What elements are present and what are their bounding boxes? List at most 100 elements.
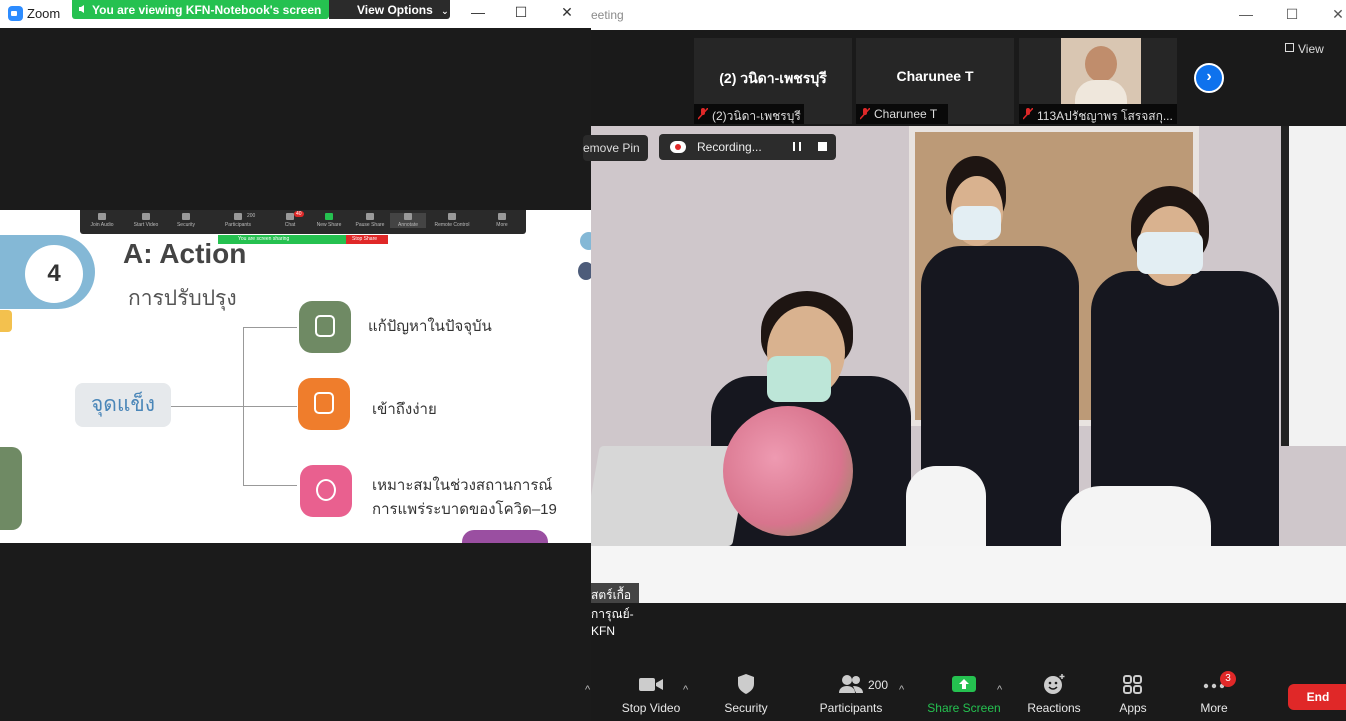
mini-label: New Share (316, 222, 342, 228)
view-options-button[interactable]: View Options ⌄ (329, 0, 450, 19)
participant-display-name: Charunee T (896, 68, 974, 84)
reactions-button[interactable]: Reactions (1009, 673, 1099, 715)
mini-pause-share: Pause Share (352, 213, 388, 228)
share-icon (325, 213, 333, 220)
connector-line (243, 485, 297, 486)
participants-button[interactable]: Participants 200 (806, 673, 896, 715)
chevron-up-icon[interactable]: ^ (683, 684, 688, 696)
pause-recording-icon[interactable] (793, 142, 801, 151)
mini-chat: Chat 40 (272, 211, 308, 228)
mini-start-video: Start Video (128, 213, 164, 228)
maximize-button[interactable]: ☐ (510, 4, 532, 22)
video-table (591, 546, 1346, 603)
security-button[interactable]: Security (701, 673, 791, 715)
close-button[interactable]: ✕ (1326, 6, 1346, 24)
emoji-icon (1044, 674, 1065, 694)
meeting-toolbar: ^ Stop Video ^ Security Participants 200… (585, 662, 1346, 721)
pinned-video[interactable] (591, 126, 1346, 603)
reactions-label: Reactions (1027, 701, 1081, 715)
mini-meeting-toolbar: Join Audio Start Video Security Particip… (80, 210, 526, 234)
mini-label: Remote Control (434, 222, 470, 228)
mini-participants: Participants 200 (220, 213, 256, 228)
share-screen-label: Share Screen (927, 701, 1001, 715)
branch-text-1: แก้ปัญหาในปัจจุบัน (368, 318, 492, 335)
maximize-button[interactable]: ☐ (1280, 6, 1304, 24)
meeting-title: eeting (591, 8, 624, 22)
share-titlebar: Zoom You are viewing KFN-Notebook's scre… (0, 0, 591, 28)
more-button[interactable]: 3 More (1169, 671, 1259, 715)
decor-shape (580, 232, 591, 250)
shoulder-shape (1075, 80, 1127, 104)
viewing-banner: You are viewing KFN-Notebook's screen (72, 0, 329, 19)
grid-icon (1285, 43, 1294, 52)
participant-thumbnail[interactable]: (2) วนิดา-เพชรบุรี (2)วนิดา-เพชรบุรี (694, 38, 852, 124)
zoom-logo-icon (8, 6, 23, 21)
apps-button[interactable]: Apps (1088, 673, 1178, 715)
more-notification-badge: 3 (1220, 671, 1236, 687)
connector-line (171, 406, 243, 407)
mini-stop-share: Stop Share (346, 235, 388, 244)
mic-muted-icon (1023, 108, 1033, 120)
chevron-up-icon[interactable]: ^ (585, 684, 590, 696)
branch-text-3b: การแพร่ระบาดของโควิด–19 (372, 501, 557, 518)
speaker-icon (79, 5, 84, 13)
shared-screen-window: Zoom You are viewing KFN-Notebook's scre… (0, 0, 591, 721)
meeting-titlebar: eeting — ☐ ✕ (591, 0, 1346, 30)
video-flowers (723, 406, 853, 536)
mini-label: More (496, 222, 508, 228)
strength-label: จุดแข็ง (75, 383, 171, 427)
next-page-arrow-icon[interactable]: › (1194, 63, 1224, 93)
video-off-icon (142, 213, 150, 220)
pause-icon (366, 213, 374, 220)
recording-label: Recording... (697, 140, 762, 154)
shield-icon (182, 213, 190, 220)
connector-line (243, 406, 297, 407)
video-camera-icon (639, 678, 663, 691)
video-person-mask (767, 356, 831, 402)
participant-thumbnail[interactable]: 113Aปรัชญาพร โสรจสกุ... (1019, 38, 1177, 124)
viewing-banner-text: You are viewing KFN-Notebook's screen (92, 3, 322, 17)
view-button[interactable]: View (1285, 42, 1324, 56)
stop-recording-icon[interactable] (818, 142, 827, 151)
chevron-down-icon: ⌄ (441, 6, 449, 16)
face-shape (1085, 46, 1117, 82)
apps-label: Apps (1119, 701, 1147, 715)
minimize-button[interactable]: — (467, 4, 489, 22)
mini-label: Pause Share (355, 222, 385, 228)
mini-label: Start Video (133, 222, 159, 228)
chevron-up-icon[interactable]: ^ (997, 684, 1002, 696)
slide-subtitle: การปรับปรุง (128, 287, 237, 310)
meeting-window: eeting — ☐ ✕ (2) วนิดา-เพชรบุรี (2)วนิดา… (583, 0, 1346, 721)
decor-shape (462, 530, 548, 543)
share-screen-button[interactable]: Share Screen (919, 673, 1009, 715)
mini-new-share: New Share (311, 213, 347, 228)
more-label: More (1200, 701, 1228, 715)
step-number: 4 (25, 245, 83, 303)
participant-label: 113Aปรัชญาพร โสรจสกุ... (1019, 104, 1177, 124)
mini-label: Participants (224, 222, 252, 228)
participant-thumbnail[interactable]: Charunee T Charunee T (856, 38, 1014, 124)
mini-annotate: Annotate (390, 213, 426, 228)
people-icon (839, 675, 863, 693)
apps-icon (1123, 675, 1142, 694)
people-icon (234, 213, 242, 220)
mini-chat-badge: 40 (294, 211, 304, 217)
shield-icon (738, 674, 754, 694)
video-projector-screen (1281, 126, 1346, 446)
shared-slide: Join Audio Start Video Security Particip… (0, 210, 591, 543)
minimize-button[interactable]: — (1234, 6, 1258, 24)
stop-video-label: Stop Video (621, 701, 681, 715)
recording-icon (670, 141, 686, 153)
mini-join-audio: Join Audio (84, 213, 120, 228)
mini-label: Join Audio (90, 222, 114, 228)
remove-pin-button[interactable]: emove Pin (583, 135, 648, 161)
participant-label: Charunee T (856, 104, 948, 124)
close-button[interactable]: ✕ (556, 4, 578, 22)
recording-indicator: Recording... (659, 134, 836, 160)
decor-shape (578, 262, 591, 280)
chevron-up-icon[interactable]: ^ (899, 684, 904, 696)
participant-label-text: Charunee T (874, 107, 938, 121)
mic-muted-icon (860, 108, 870, 120)
end-meeting-button[interactable]: End (1288, 684, 1346, 710)
mini-label: Security (176, 222, 196, 228)
